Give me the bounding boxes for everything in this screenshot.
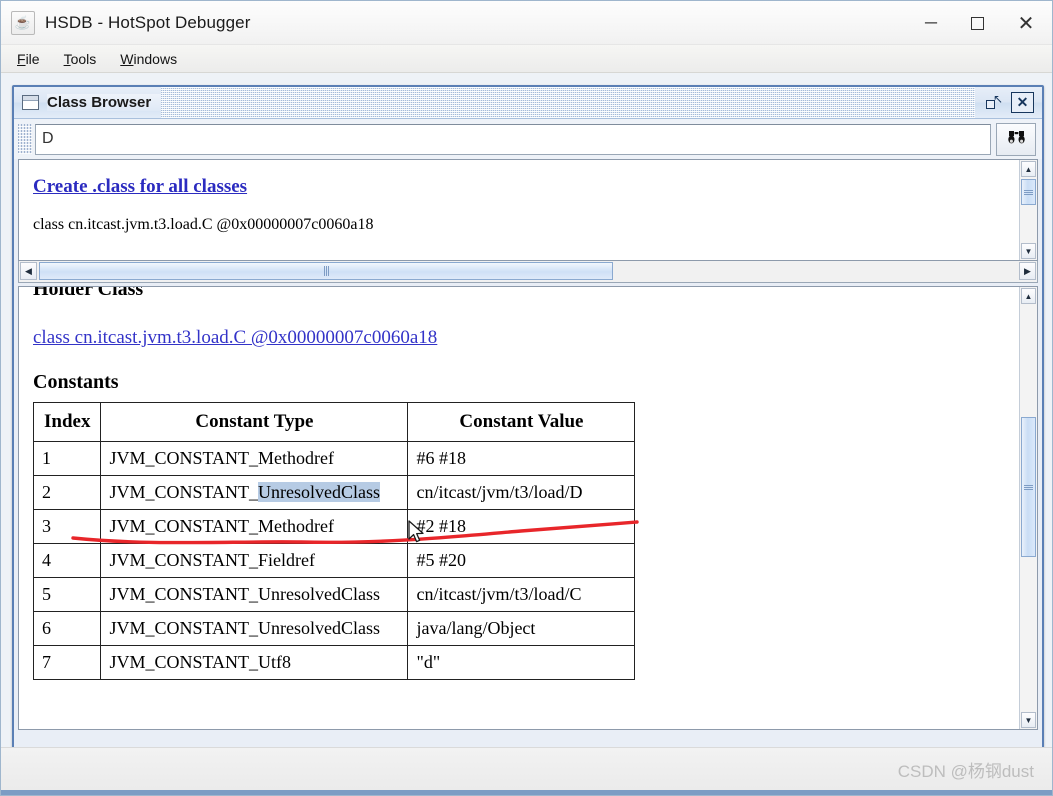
cell-index: 6 [32,611,102,646]
window-title: HSDB - HotSpot Debugger [45,12,251,32]
maximize-button[interactable] [954,1,1000,45]
cell-index: 7 [32,645,102,680]
menu-file[interactable]: File [15,50,42,68]
header-type: Constant Type [100,402,409,442]
scroll-right-arrow-icon[interactable]: ▶ [1019,262,1036,280]
cell-constant-type: JVM_CONSTANT_UnresolvedClass [100,611,409,646]
class-list-document: Create .class for all classes class cn.i… [19,160,1019,234]
scroll-thumb[interactable] [1021,417,1036,557]
titlebar-hatch-fill [161,87,975,118]
java-coffee-cup-icon: ☕ [11,10,35,35]
find-button[interactable] [996,122,1036,156]
constants-heading: Constants [33,371,119,393]
cell-index: 4 [32,543,102,578]
constants-table-body: 1 JVM_CONSTANT_Methodref #6 #18 2 JVM_CONSTA… [32,441,636,680]
cell-index: 3 [32,509,102,544]
minimize-button[interactable]: ─ [908,1,954,45]
binoculars-icon [1007,130,1025,148]
table-row[interactable]: 1 JVM_CONSTANT_Methodref #6 #18 [32,441,636,476]
cell-constant-type: JVM_CONSTANT_Methodref [100,509,409,544]
statusbar: CSDN @杨钢dust [1,747,1052,795]
table-row[interactable]: 7 JVM_CONSTANT_Utf8 "d" [32,645,636,680]
cell-constant-type: JVM_CONSTANT_UnresolvedClass [100,577,409,612]
scroll-down-arrow-icon[interactable]: ▼ [1021,243,1036,259]
menu-tools[interactable]: Tools [62,50,99,68]
scroll-down-arrow-icon[interactable]: ▼ [1021,712,1036,728]
cell-constant-type: JVM_CONSTANT_Fieldref [100,543,409,578]
table-row[interactable]: 2 JVM_CONSTANT_UnresolvedClass cn/itcast/j… [32,475,636,510]
cell-constant-value: cn/itcast/jvm/t3/load/D [407,475,636,510]
hscroll-thumb-grip [323,266,329,276]
cell-constant-value: cn/itcast/jvm/t3/load/C [407,577,636,612]
class-entry-link[interactable]: class cn.itcast.jvm.t3.load.C @0x0000000… [33,216,373,233]
cell-constant-value: #2 #18 [407,509,636,544]
window-bottom-edge [1,790,1052,795]
scroll-up-arrow-icon[interactable]: ▲ [1021,161,1036,177]
table-row[interactable]: 4 JVM_CONSTANT_Fieldref #5 #20 [32,543,636,578]
hscroll-thumb[interactable] [39,262,613,280]
internal-frame-close-button[interactable]: ✕ [1011,92,1034,113]
window-controls: ─ ✕ [908,1,1052,45]
desktop-pane: Class Browser ↖ ✕ D Create .class for al… [1,73,1052,795]
class-detail-body: Holder Class class cn.itcast.jvm.t3.load… [19,287,1019,729]
scroll-up-arrow-icon[interactable]: ▲ [1021,288,1036,304]
window-icon [22,95,39,110]
menu-tools-rest: ools [70,50,97,67]
maximize-icon [970,16,984,30]
menu-file-rest: ile [25,50,40,67]
holder-class-heading: Holder Class [33,287,144,300]
cell-index: 5 [32,577,102,612]
constants-table: Index Constant Type Constant Value 1 JVM_… [32,402,636,680]
class-list-pane: Create .class for all classes class cn.i… [18,159,1038,261]
type-prefix: JVM_CONSTANT_ [109,482,259,502]
cell-constant-type: JVM_CONSTANT_Methodref [100,441,409,476]
table-row[interactable]: 3 JVM_CONSTANT_Methodref #2 #18 [32,509,636,544]
table-header-row: Index Constant Type Constant Value [32,402,636,442]
create-class-link[interactable]: Create .class for all classes [33,176,247,198]
table-row[interactable]: 6 JVM_CONSTANT_UnresolvedClass java/lang/O… [32,611,636,646]
header-value: Constant Value [407,402,636,442]
table-row[interactable]: 5 JVM_CONSTANT_UnresolvedClass cn/itcast/j… [32,577,636,612]
cell-constant-type: JVM_CONSTANT_UnresolvedClass [100,475,409,510]
class-detail-vertical-scrollbar[interactable]: ▲ ▼ [1019,287,1037,729]
cell-constant-value: "d" [407,645,636,680]
scroll-thumb[interactable] [1021,179,1036,205]
menubar: File Tools Windows [1,45,1052,73]
window-titlebar: ☕ HSDB - HotSpot Debugger ─ ✕ [1,1,1052,45]
scroll-thumb-grip [1024,484,1033,490]
class-detail-pane: Holder Class class cn.itcast.jvm.t3.load… [18,286,1038,730]
search-input[interactable] [35,123,991,155]
cell-constant-value: java/lang/Object [407,611,636,646]
cell-constant-value: #6 #18 [407,441,636,476]
class-browser-internal-frame: Class Browser ↖ ✕ D Create .class for al… [12,85,1044,767]
search-toolbar [14,119,1042,159]
internal-frame-title: Class Browser [47,94,162,111]
holder-class-link[interactable]: class cn.itcast.jvm.t3.load.C @0x0000000… [33,327,437,348]
selected-text: UnresolvedClass [258,482,381,502]
hsdb-application-window: ☕ HSDB - HotSpot Debugger ─ ✕ File Tools… [0,0,1053,796]
internal-frame-titlebar: Class Browser ↖ ✕ [14,87,1042,119]
cell-constant-value: #5 #20 [407,543,636,578]
restore-button[interactable]: ↖ [983,93,1004,112]
class-list-vertical-scrollbar[interactable]: ▲ ▼ [1019,160,1037,260]
scroll-left-arrow-icon[interactable]: ◀ [20,262,37,280]
cell-index: 1 [32,441,102,476]
toolbar-drag-handle[interactable] [18,124,32,154]
class-list-horizontal-scrollbar[interactable]: ◀ ▶ [18,261,1038,283]
class-list-body: Create .class for all classes class cn.i… [19,160,1019,260]
cell-constant-type: JVM_CONSTANT_Utf8 [100,645,409,680]
menu-windows[interactable]: Windows [118,50,179,68]
header-index: Index [32,402,102,442]
csdn-watermark: CSDN @杨钢dust [897,762,1034,781]
scroll-thumb-grip [1024,189,1033,195]
class-detail-document: Holder Class class cn.itcast.jvm.t3.load… [19,287,1019,680]
cell-index: 2 [32,475,102,510]
restore-arrow-icon: ↖ [992,92,1003,106]
close-button[interactable]: ✕ [1000,1,1052,45]
menu-windows-rest: indows [133,50,178,67]
internal-frame-controls: ↖ ✕ [975,92,1042,113]
